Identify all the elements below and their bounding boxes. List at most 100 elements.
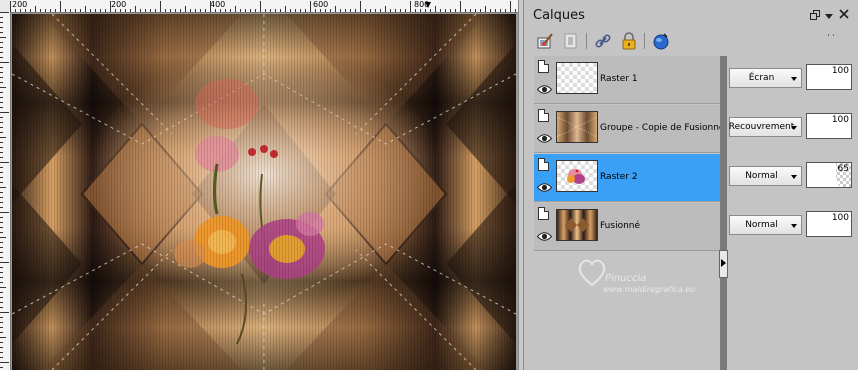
ruler-tick	[240, 9, 241, 12]
layer-blend-row: Recouvrement 100	[729, 105, 858, 153]
globe-icon[interactable]	[650, 30, 672, 52]
ruler-tick	[415, 9, 416, 12]
ruler-tick	[0, 177, 3, 178]
layer-properties-icon[interactable]	[538, 158, 549, 171]
ruler-tick	[60, 1, 61, 12]
canvas-area: 200 200 400 600 800	[0, 0, 518, 370]
close-icon[interactable]	[839, 9, 849, 22]
ruler-tick	[45, 9, 46, 12]
blend-mode-select[interactable]: Normal	[729, 215, 802, 235]
ruler-tick	[80, 9, 81, 12]
blend-column: Écran 100 Recouvrement 100 Normal 65 Nor…	[729, 56, 858, 256]
ruler-tick	[485, 6, 486, 12]
opacity-marker[interactable]	[830, 180, 841, 187]
ruler-tick	[395, 9, 396, 12]
ruler-tick	[515, 9, 516, 12]
panel-splitter-bar[interactable]	[720, 56, 727, 370]
ruler-tick	[0, 47, 3, 48]
toolbar-separator	[644, 33, 645, 49]
vertical-ruler[interactable]	[0, 12, 11, 370]
opacity-slider[interactable]: 100	[806, 211, 852, 237]
ruler-tick	[0, 332, 3, 333]
layer-name[interactable]: Fusionné	[600, 221, 640, 231]
link-icon[interactable]	[592, 30, 614, 52]
opacity-slider[interactable]: 65	[806, 162, 852, 188]
ruler-tick	[425, 9, 426, 12]
layer-row-raster-2[interactable]: Raster 2	[534, 154, 722, 202]
more-options-icon[interactable]: ˙˙	[826, 34, 836, 45]
ruler-tick	[0, 367, 3, 368]
eye-icon[interactable]	[537, 133, 552, 144]
opacity-slider[interactable]: 100	[806, 113, 852, 139]
ruler-tick	[0, 62, 9, 63]
ruler-tick	[480, 9, 481, 12]
ruler-tick	[10, 1, 11, 12]
layer-row-fusionne[interactable]: Fusionné	[534, 203, 722, 251]
ruler-tick	[135, 6, 136, 12]
ruler-tick	[125, 9, 126, 12]
ruler-tick	[210, 1, 211, 12]
ruler-label: 400	[210, 0, 226, 9]
eye-icon[interactable]	[537, 182, 552, 193]
restore-icon[interactable]	[810, 10, 820, 23]
ruler-tick	[0, 207, 3, 208]
layer-properties-icon[interactable]	[538, 207, 549, 220]
ruler-tick	[340, 9, 341, 12]
ruler-tick	[0, 22, 3, 23]
ruler-tick	[190, 9, 191, 12]
ruler-tick	[245, 9, 246, 12]
ruler-tick	[500, 9, 501, 12]
ruler-tick	[0, 357, 3, 358]
blend-mode-select[interactable]: Écran	[729, 68, 802, 88]
layer-blend-row: Normal 65	[729, 154, 858, 202]
ruler-tick	[165, 9, 166, 12]
opacity-slider[interactable]: 100	[806, 64, 852, 90]
layer-row-groupe-copie[interactable]: Groupe - Copie de Fusionné	[534, 105, 724, 153]
brush-icon[interactable]	[534, 30, 556, 52]
ruler-tick	[350, 9, 351, 12]
layer-name[interactable]: Raster 1	[600, 74, 638, 84]
ruler-tick	[0, 327, 3, 328]
ruler-tick	[15, 9, 16, 12]
layer-name[interactable]: Raster 2	[600, 172, 638, 182]
lock-icon[interactable]	[618, 30, 640, 52]
blend-mode-select[interactable]: Recouvrement	[729, 117, 802, 137]
ruler-tick	[0, 312, 9, 313]
ruler-tick	[160, 1, 161, 12]
blend-mode-select[interactable]: Normal	[729, 166, 802, 186]
menu-arrow-icon[interactable]	[825, 12, 833, 23]
ruler-tick	[0, 132, 3, 133]
canvas-artwork[interactable]	[12, 14, 516, 370]
ruler-tick	[0, 342, 3, 343]
mask-icon[interactable]	[560, 30, 582, 52]
ruler-tick	[250, 9, 251, 12]
horizontal-ruler[interactable]: 200 200 400 600 800	[10, 0, 518, 13]
eye-icon[interactable]	[537, 84, 552, 95]
ruler-tick	[375, 9, 376, 12]
ruler-tick	[400, 9, 401, 12]
ruler-tick	[285, 6, 286, 12]
ruler-tick	[0, 102, 3, 103]
layer-name[interactable]: Groupe - Copie de Fusionné	[600, 123, 724, 133]
ruler-tick	[30, 9, 31, 12]
layer-properties-icon[interactable]	[538, 109, 549, 122]
ruler-tick	[0, 237, 6, 238]
layer-thumbnail	[556, 62, 598, 94]
ruler-tick	[85, 6, 86, 12]
ruler-label: 200	[12, 0, 28, 9]
ruler-tick	[310, 1, 311, 12]
ruler-tick	[305, 9, 306, 12]
ruler-tick	[450, 9, 451, 12]
layer-row-raster-1[interactable]: Raster 1	[534, 56, 722, 104]
ruler-position-marker	[425, 2, 431, 8]
ruler-tick	[0, 282, 3, 283]
ruler-tick	[0, 12, 9, 13]
eye-icon[interactable]	[537, 231, 552, 242]
ruler-tick	[435, 6, 436, 12]
ruler-tick	[270, 9, 271, 12]
ruler-tick	[40, 9, 41, 12]
ruler-tick	[0, 222, 3, 223]
layer-properties-icon[interactable]	[538, 60, 549, 73]
ruler-tick	[70, 9, 71, 12]
blend-mode-label: Normal	[745, 171, 778, 181]
